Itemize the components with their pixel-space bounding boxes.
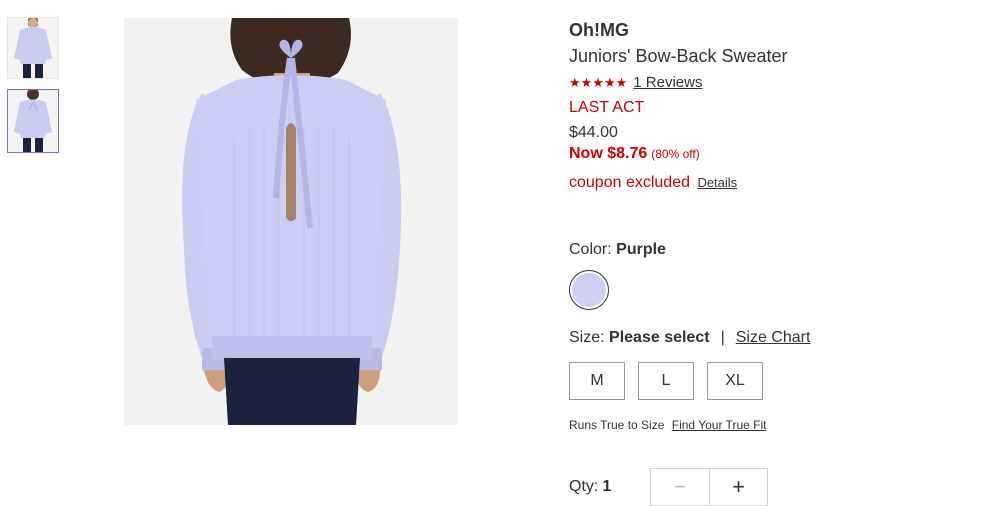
sweater-back-photo [124, 18, 458, 425]
increase-quantity-button[interactable]: + [710, 469, 768, 505]
sale-price: Now $8.76 [569, 145, 648, 162]
fit-row: Runs True to Size Find Your True Fit [569, 418, 989, 432]
quantity-value: 1 [602, 478, 612, 495]
true-fit-link[interactable]: Find Your True Fit [672, 418, 767, 432]
coupon-excluded-text: coupon excluded [569, 174, 690, 191]
product-info-panel: Oh!MG Juniors' Bow-Back Sweater ★★★★★ 1 … [569, 18, 989, 506]
size-option-xl[interactable]: XL [707, 362, 763, 400]
thumbnail-front[interactable] [7, 17, 59, 79]
selected-size: Please select [609, 329, 710, 346]
qty-label-text: Qty: [569, 478, 599, 495]
product-title: Juniors' Bow-Back Sweater [569, 46, 788, 66]
size-options: M L XL [569, 362, 989, 400]
discount-percent: (80% off) [651, 147, 700, 161]
size-option-l[interactable]: L [638, 362, 694, 400]
original-price: $44.00 [569, 124, 618, 141]
reviews-link[interactable]: 1 Reviews [633, 74, 702, 92]
quantity-stepper: − + [650, 468, 769, 506]
details-link[interactable]: Details [697, 175, 737, 190]
sweater-front-image [8, 18, 58, 78]
thumbnail-back[interactable] [7, 89, 59, 153]
sweater-back-image [8, 90, 58, 152]
color-label-row: Color: Purple [569, 240, 989, 260]
sale-price-row: Now $8.76 (80% off) [569, 144, 989, 164]
star-rating: ★★★★★ [569, 75, 628, 90]
product-main-image[interactable] [124, 18, 458, 425]
separator: | [720, 329, 725, 346]
quantity-row: Qty: 1 − + [569, 468, 989, 506]
brand-name[interactable]: Oh!MG [569, 18, 989, 42]
size-option-m[interactable]: M [569, 362, 625, 400]
size-chart-link[interactable]: Size Chart [736, 327, 811, 349]
event-label: LAST ACT [569, 99, 645, 116]
thumbnail-gallery [7, 17, 59, 163]
color-swatch-purple[interactable] [569, 270, 609, 310]
quantity-label: Qty: 1 [569, 478, 611, 496]
coupon-row: coupon excluded Details [569, 173, 989, 193]
selected-color: Purple [616, 241, 666, 258]
swatch-fill [572, 273, 606, 307]
fit-text: Runs True to Size [569, 418, 665, 432]
color-label: Color: [569, 241, 612, 258]
rating-row: ★★★★★ 1 Reviews [569, 74, 989, 92]
decrease-quantity-button[interactable]: − [651, 469, 710, 505]
size-label-row: Size: Please select | Size Chart [569, 327, 989, 349]
size-label: Size: [569, 329, 605, 346]
